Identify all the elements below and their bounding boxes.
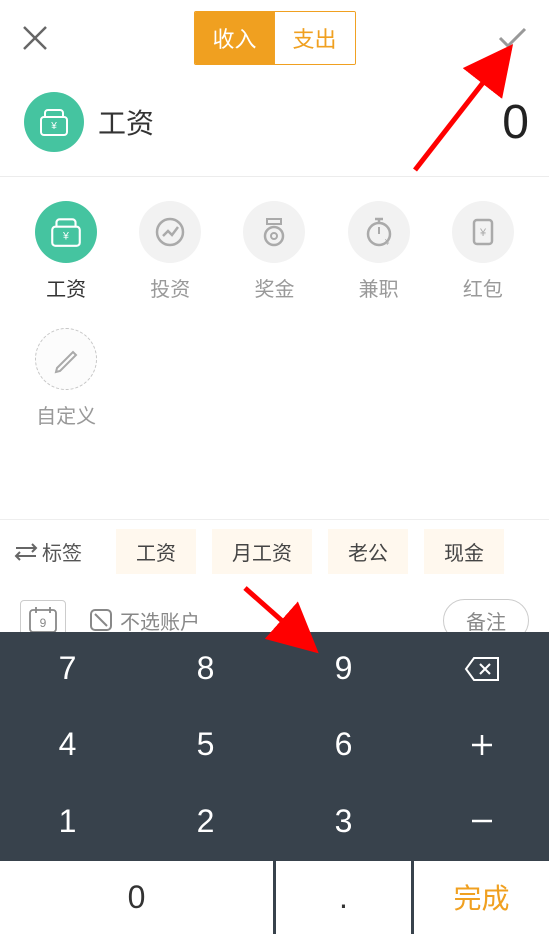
- category-icon-bg: ¥: [348, 201, 410, 263]
- category-icon-bg: ¥: [452, 201, 514, 263]
- category-invest[interactable]: 投资: [118, 201, 222, 302]
- key-7[interactable]: 7: [0, 632, 135, 705]
- tag-chip[interactable]: 工资: [116, 529, 196, 574]
- category-icon-bg: [35, 328, 97, 390]
- backspace-icon: [464, 656, 500, 682]
- tag-chip[interactable]: 现金: [424, 529, 504, 574]
- key-plus[interactable]: [414, 708, 549, 781]
- income-expense-toggle: 收入 支出: [193, 11, 355, 65]
- tags-lead-label: 标签: [42, 537, 82, 566]
- close-icon: [20, 23, 50, 53]
- category-parttime[interactable]: ¥ 兼职: [327, 201, 431, 302]
- tags-bar: 标签 工资 月工资 老公 现金: [0, 519, 549, 583]
- account-label: 不选账户: [120, 606, 200, 635]
- no-account-icon: [88, 607, 114, 633]
- category-icon-bg: [139, 201, 201, 263]
- key-backspace[interactable]: [414, 632, 549, 705]
- tags-button[interactable]: 标签: [14, 537, 104, 566]
- svg-text:¥: ¥: [479, 227, 487, 239]
- amount-row: ¥ 工资 0: [0, 76, 549, 177]
- medal-icon: [256, 214, 292, 250]
- key-6[interactable]: 6: [276, 708, 411, 781]
- category-label: 投资: [150, 273, 190, 302]
- category-icon-bg: [243, 201, 305, 263]
- key-3[interactable]: 3: [276, 785, 411, 858]
- account-selector[interactable]: 不选账户: [88, 606, 200, 635]
- minus-icon: [469, 808, 495, 834]
- category-icon-bg: ¥: [35, 201, 97, 263]
- key-2[interactable]: 2: [138, 785, 273, 858]
- swap-arrows-icon: [14, 542, 38, 562]
- tab-income[interactable]: 收入: [194, 12, 274, 64]
- wallet-icon: ¥: [37, 105, 71, 139]
- check-icon: [495, 21, 529, 55]
- stopwatch-icon: ¥: [361, 214, 397, 250]
- category-salary[interactable]: ¥ 工资: [14, 201, 118, 302]
- tab-expense[interactable]: 支出: [275, 12, 355, 64]
- chart-up-icon: [152, 214, 188, 250]
- plus-icon: [469, 732, 495, 758]
- key-minus[interactable]: [414, 785, 549, 858]
- key-1[interactable]: 1: [0, 785, 135, 858]
- close-button[interactable]: [20, 23, 50, 53]
- key-9[interactable]: 9: [276, 632, 411, 705]
- category-label: 奖金: [254, 273, 294, 302]
- wallet-icon: ¥: [48, 214, 84, 250]
- svg-text:¥: ¥: [50, 121, 57, 132]
- spacer: [0, 459, 549, 519]
- category-hongbao[interactable]: ¥ 红包: [431, 201, 535, 302]
- category-custom[interactable]: 自定义: [14, 328, 118, 429]
- tag-chip[interactable]: 老公: [328, 529, 408, 574]
- svg-text:9: 9: [40, 616, 47, 630]
- header-bar: 收入 支出: [0, 0, 549, 76]
- pencil-icon: [51, 344, 81, 374]
- key-8[interactable]: 8: [138, 632, 273, 705]
- key-0[interactable]: 0: [0, 861, 273, 934]
- calendar-icon: 9: [27, 605, 59, 635]
- key-done[interactable]: 完成: [414, 861, 549, 934]
- key-5[interactable]: 5: [138, 708, 273, 781]
- selected-category-label: 工资: [98, 102, 154, 142]
- amount-display[interactable]: 0: [502, 95, 529, 150]
- numeric-keypad: 7 8 9 4 5 6 1 2 3 0 . 完成: [0, 632, 549, 934]
- key-4[interactable]: 4: [0, 708, 135, 781]
- confirm-button[interactable]: [495, 21, 529, 55]
- category-label: 兼职: [359, 273, 399, 302]
- selected-category-display: ¥ 工资: [24, 92, 154, 152]
- category-bonus[interactable]: 奖金: [222, 201, 326, 302]
- svg-text:¥: ¥: [62, 230, 69, 242]
- svg-text:¥: ¥: [384, 238, 390, 247]
- red-envelope-icon: ¥: [465, 214, 501, 250]
- key-dot[interactable]: .: [276, 861, 411, 934]
- tags-list: 工资 月工资 老公 现金: [116, 529, 545, 574]
- tag-chip[interactable]: 月工资: [212, 529, 312, 574]
- category-grid: ¥ 工资 投资 奖金: [0, 177, 549, 459]
- category-label: 红包: [463, 273, 503, 302]
- selected-category-icon: ¥: [24, 92, 84, 152]
- category-label: 工资: [46, 273, 86, 302]
- category-label: 自定义: [36, 400, 96, 429]
